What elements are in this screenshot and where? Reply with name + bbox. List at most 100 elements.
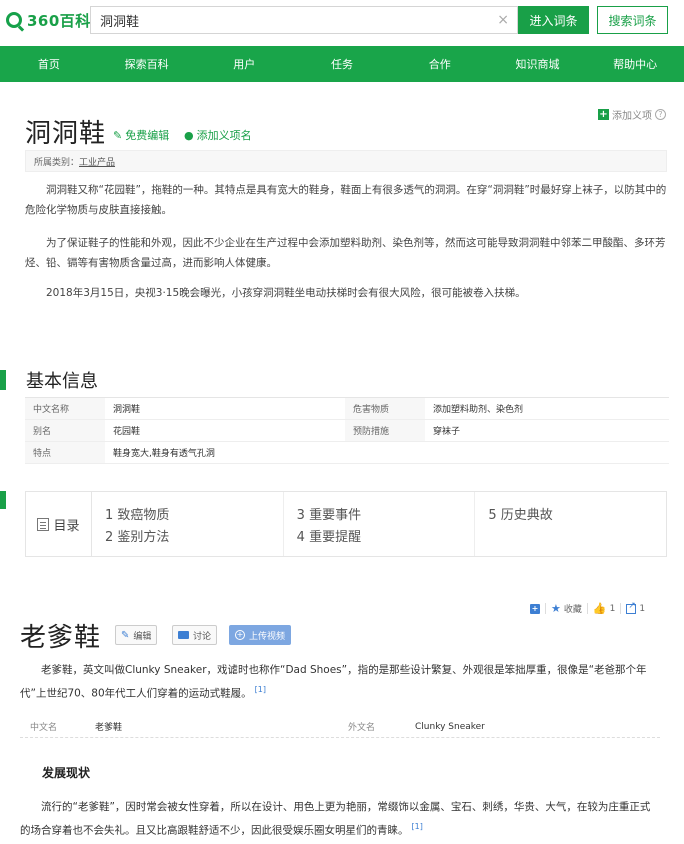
info-key: 中文名称 [25, 398, 105, 419]
page-title: 洞洞鞋 [25, 119, 107, 149]
info-value: 花园鞋 [113, 427, 141, 437]
info-value: 添加塑料助剂、染色剂 [433, 405, 524, 415]
pencil-icon: ✎ [121, 629, 130, 641]
section-marker [0, 370, 6, 390]
info-value: 鞋身宽大,鞋身有透气孔洞 [113, 449, 215, 459]
discuss-button[interactable]: 讨论 [172, 625, 218, 645]
info-key: 别名 [25, 420, 105, 441]
thumbs-up-icon: 👍 [592, 602, 607, 615]
reference-link[interactable]: [1] [412, 822, 423, 831]
nav-item-users[interactable]: 用户 [195, 46, 293, 82]
upload-label: 上传视频 [249, 631, 286, 642]
enter-entry-button[interactable]: 进入词条 [518, 6, 589, 34]
pencil-icon: ✎ [113, 128, 123, 142]
divider [545, 603, 546, 614]
info-key: 预防措施 [345, 420, 425, 441]
nav-item-help[interactable]: 帮助中心 [586, 46, 684, 82]
table-row: 别名 花园鞋 预防措施 穿袜子 [25, 420, 669, 442]
basic-info-heading: 基本信息 [0, 367, 98, 393]
basic-info-title: 基本信息 [26, 371, 98, 392]
intro-paragraph: 老爹鞋，英文叫做Clunky Sneaker，戏谑时也称作“Dad Shoes”… [20, 660, 660, 704]
search-box: × [90, 6, 518, 34]
chat-icon [178, 631, 189, 639]
help-icon[interactable]: ? [655, 109, 666, 120]
toc-column: 5 历史典故 [475, 492, 666, 556]
table-row: 中文名 老爹鞋 外文名 Clunky Sneaker [20, 716, 660, 738]
toc-label: 目录 [53, 518, 80, 534]
nav-item-tasks[interactable]: 任务 [293, 46, 391, 82]
section-subtitle: 发展现状 [42, 766, 91, 780]
share-count: 1 [639, 603, 646, 614]
toc-item[interactable]: 5 历史典故 [488, 505, 666, 527]
entry-title: 老爹鞋 [20, 623, 102, 653]
edit-button[interactable]: ✎ 编辑 [115, 625, 158, 645]
section-marker [0, 491, 6, 509]
category-link[interactable]: 工业产品 [79, 155, 115, 168]
divider [586, 603, 588, 614]
divider [620, 603, 622, 614]
main-nav: 首页 探索百科 用户 任务 合作 知识商城 帮助中心 [0, 46, 684, 82]
logo-icon [6, 12, 22, 28]
info-key [345, 442, 425, 463]
search-entry-button[interactable]: 搜索词条 [597, 6, 668, 34]
upload-video-button[interactable]: + 上传视频 [229, 625, 292, 645]
nav-item-explore[interactable]: 探索百科 [98, 46, 196, 82]
info-value [425, 442, 669, 463]
info-value: 老爹鞋 [95, 723, 123, 733]
nav-item-cooperation[interactable]: 合作 [391, 46, 489, 82]
toc-item[interactable]: 4 重要提醒 [297, 527, 475, 549]
plus-circle-icon: + [235, 630, 245, 640]
category-bar: 所属类别： 工业产品 [25, 150, 667, 172]
like-button[interactable]: 👍 1 [593, 602, 615, 615]
add-circle-icon: ● [184, 128, 194, 142]
plus-icon: + [598, 109, 609, 120]
info-key: 外文名 [348, 723, 376, 733]
info-key: 危害物质 [345, 398, 425, 419]
summary-paragraph: 为了保证鞋子的性能和外观，因此不少企业在生产过程中会添加塑料助剂、染色剂等，然而… [25, 237, 666, 269]
like-count: 1 [609, 603, 616, 614]
toc-column: 1 致癌物质 2 鉴别方法 [92, 492, 284, 556]
nav-item-home[interactable]: 首页 [0, 46, 98, 82]
table-row: 中文名称 洞洞鞋 危害物质 添加塑料助剂、染色剂 [25, 398, 669, 420]
add-meaning-button[interactable]: + 添加义项 ? [598, 107, 666, 122]
favorite-label: 收藏 [563, 605, 582, 615]
info-value: Clunky Sneaker [415, 721, 485, 732]
logo-text: 360百科 [27, 11, 91, 30]
toc-item[interactable]: 1 致癌物质 [105, 505, 283, 527]
favorite-button[interactable]: ★ 收藏 [551, 602, 582, 615]
add-meaning-name-link[interactable]: ● 添加义项名 [184, 127, 252, 143]
table-of-contents: 目录 1 致癌物质 2 鉴别方法 3 重要事件 4 重要提醒 5 历史典故 [25, 491, 667, 557]
info-value: 穿袜子 [433, 427, 461, 437]
free-edit-label: 免费编辑 [125, 129, 170, 142]
share-icon [626, 601, 637, 614]
add-meaning-name-label: 添加义项名 [196, 129, 252, 142]
add-meaning-label: 添加义项 [612, 111, 652, 122]
body-text: 流行的“老爹鞋”，因时常会被女性穿着，所以在设计、用色上更为艳丽，常缀饰以金属、… [20, 801, 651, 837]
summary-paragraph: 2018年3月15日，央视3·15晚会曝光，小孩穿洞洞鞋坐电动扶梯时会有很大风险… [46, 287, 526, 299]
toc-column: 3 重要事件 4 重要提醒 [284, 492, 476, 556]
logo[interactable]: 360百科 [6, 9, 91, 31]
toc-item[interactable]: 3 重要事件 [297, 505, 475, 527]
discuss-label: 讨论 [193, 631, 212, 642]
reference-link[interactable]: [1] [255, 685, 266, 694]
table-row: 特点 鞋身宽大,鞋身有透气孔洞 [25, 442, 669, 464]
nav-item-store[interactable]: 知识商城 [489, 46, 587, 82]
toc-item[interactable]: 2 鉴别方法 [105, 527, 283, 549]
search-input[interactable] [91, 7, 491, 33]
category-prefix: 所属类别： [34, 157, 80, 168]
edit-label: 编辑 [133, 631, 152, 642]
list-icon [37, 517, 50, 531]
star-icon: ★ [551, 602, 561, 615]
intro-text: 老爹鞋，英文叫做Clunky Sneaker，戏谑时也称作“Dad Shoes”… [20, 664, 647, 700]
entry-toolbar: + ★ 收藏 👍 1 1 [530, 601, 646, 615]
add-square-icon[interactable]: + [530, 603, 540, 614]
body-paragraph: 流行的“老爹鞋”，因时常会被女性穿着，所以在设计、用色上更为艳丽，常缀饰以金属、… [20, 797, 660, 841]
share-button[interactable]: 1 [626, 601, 646, 614]
toc-heading: 目录 [26, 492, 92, 556]
clear-icon[interactable]: × [497, 12, 509, 28]
free-edit-link[interactable]: ✎ 免费编辑 [113, 127, 169, 143]
basic-info-table: 中文名称 洞洞鞋 危害物质 添加塑料助剂、染色剂 别名 花园鞋 预防措施 穿袜子… [25, 397, 669, 464]
info-key: 特点 [25, 442, 105, 463]
info-value: 洞洞鞋 [113, 405, 141, 415]
summary-paragraph: 洞洞鞋又称“花园鞋”，拖鞋的一种。其特点是具有宽大的鞋身，鞋面上有很多透气的洞洞… [25, 184, 667, 216]
